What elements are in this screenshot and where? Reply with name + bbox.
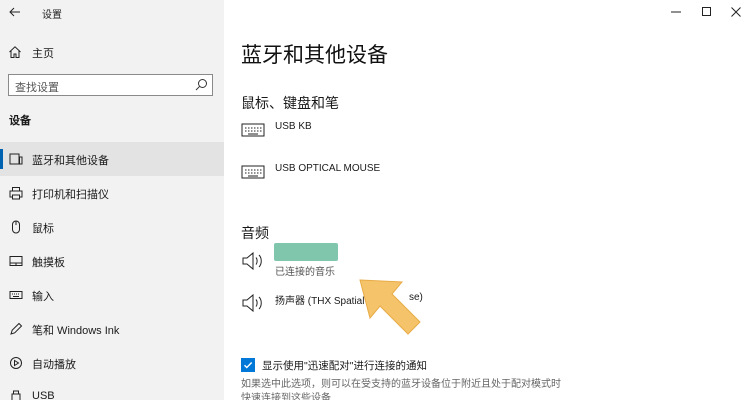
page-title: 蓝牙和其他设备 [241,44,388,67]
device-usb-optical-mouse[interactable]: USB OPTICAL MOUSE [241,163,641,203]
back-arrow-icon [9,7,20,17]
settings-search-input[interactable]: 查找设置 [8,74,213,96]
speaker-icon [241,250,265,277]
sidebar-item-touchpad[interactable]: 触摸板 [0,244,224,278]
device-speakers-thx[interactable]: 扬声器 (THX Spatial se) [241,292,641,332]
description-line: 快速连接到这些设备 [241,393,331,400]
swift-pair-row[interactable]: 显示使用"迅速配对"进行连接的通知 [241,357,427,373]
sidebar-item-label: 笔和 Windows Ink [32,325,120,337]
sidebar-item-bluetooth[interactable]: 蓝牙和其他设备 [0,142,224,176]
swift-pair-checkbox[interactable] [241,358,255,372]
printer-icon [8,185,24,201]
search-placeholder: 查找设置 [15,82,59,94]
device-name: 扬声器 (THX Spatial [275,296,365,307]
close-icon [731,7,741,17]
sidebar-item-label: 输入 [32,291,54,303]
keyboard-icon [8,287,24,303]
description-line: 如果选中此选项，则可以在受支持的蓝牙设备位于附近且处于配对模式时 [241,379,561,390]
content-pane: 蓝牙和其他设备 鼠标、键盘和笔 USB KB USB OPTICAL MOUSE… [224,0,751,400]
devices-section-label: 设备 [9,115,31,127]
navigation-pane: 设置 主页 查找设置 设备 蓝牙和其他设备 打印机和扫描仪 鼠标 触摸板 输入 … [0,0,224,400]
bluetooth-devices-icon [8,151,24,167]
minimize-icon [671,11,681,13]
autoplay-icon [8,355,24,371]
input-devices-heading: 鼠标、键盘和笔 [241,95,339,111]
sidebar-item-usb[interactable]: USB [0,380,224,400]
maximize-icon [702,7,711,16]
device-status: 已连接的音乐 [275,267,335,278]
minimize-button[interactable] [662,4,690,20]
swift-pair-description: 如果选中此选项，则可以在受支持的蓝牙设备位于附近且处于配对模式时 快速连接到这些… [241,378,571,400]
home-icon [8,45,22,64]
search-icon[interactable] [195,78,208,96]
keyboard-icon [241,163,265,186]
home-label: 主页 [32,48,54,60]
touchpad-icon [8,253,24,269]
sidebar-item-label: USB [32,390,55,400]
close-button[interactable] [722,4,750,20]
device-name: USB KB [275,121,312,132]
title-bar: 设置 [0,0,224,24]
speaker-icon [241,292,265,319]
swift-pair-label: 显示使用"迅速配对"进行连接的通知 [262,359,427,372]
sidebar-item-label: 鼠标 [32,223,54,235]
pen-icon [8,321,24,337]
app-title: 设置 [42,10,62,21]
usb-icon [8,389,24,400]
sidebar-item-typing[interactable]: 输入 [0,278,224,312]
sidebar-item-mouse[interactable]: 鼠标 [0,210,224,244]
sidebar-item-label: 打印机和扫描仪 [32,189,109,201]
sidebar-item-autoplay[interactable]: 自动播放 [0,346,224,380]
sidebar-item-label: 蓝牙和其他设备 [32,155,109,167]
sidebar-item-label: 自动播放 [32,359,76,371]
sidebar-item-printers[interactable]: 打印机和扫描仪 [0,176,224,210]
mouse-icon [8,219,24,235]
maximize-button[interactable] [693,4,721,20]
device-usb-kb[interactable]: USB KB [241,121,641,161]
home-link[interactable]: 主页 [0,41,224,63]
sidebar-item-label: 触摸板 [32,257,65,269]
device-name: USB OPTICAL MOUSE [275,163,381,174]
checkmark-icon [244,362,253,369]
sidebar-item-pen[interactable]: 笔和 Windows Ink [0,312,224,346]
redacted-device-name [274,243,338,261]
audio-devices-heading: 音频 [241,225,269,241]
keyboard-icon [241,121,265,144]
back-button[interactable] [6,3,24,21]
pointer-arrow-annotation [359,279,421,335]
